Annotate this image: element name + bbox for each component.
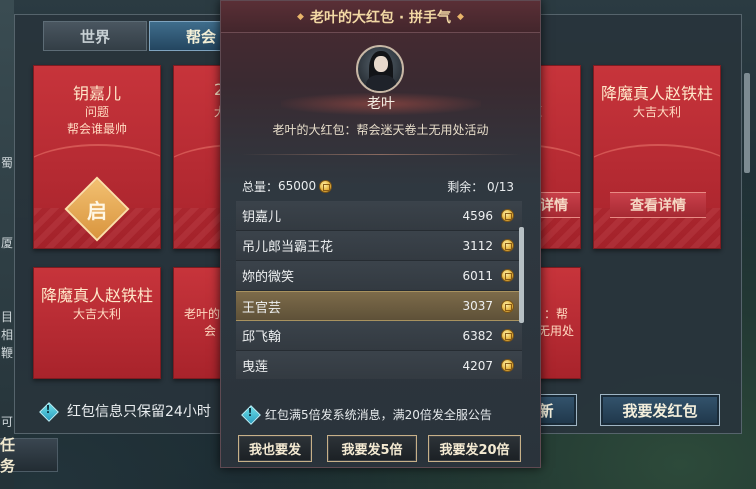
send-20x-label: 我要发20倍 bbox=[439, 443, 510, 458]
coin-icon bbox=[501, 299, 514, 313]
recipient-name: 钥嘉儿 bbox=[242, 210, 282, 225]
coin-icon bbox=[501, 269, 514, 282]
packet-sender: 钥嘉儿 bbox=[72, 84, 121, 103]
task-tab-label: 任务 bbox=[0, 436, 16, 475]
send-20x-button[interactable]: 我要发20倍 bbox=[428, 435, 521, 462]
recipient-row[interactable]: 邱飞翰 6382 bbox=[236, 321, 522, 351]
owner-avatar bbox=[356, 45, 404, 93]
retention-notice: 红包信息只保留24小时 bbox=[39, 401, 211, 421]
task-tab[interactable]: 任务 bbox=[0, 436, 58, 475]
packet-type: 问题 bbox=[84, 105, 109, 119]
total-amount: 总量： 65000 bbox=[234, 178, 333, 195]
side-char: 蜀 bbox=[0, 156, 13, 170]
red-packet-detail-popup: ◆ 老叶的大红包 · 拼手气 ◆ 老叶 老叶的大红包：帮会迷天卷土无用处活动 总… bbox=[220, 0, 541, 468]
side-char: 厦 bbox=[0, 236, 13, 250]
total-value: 65000 bbox=[278, 179, 317, 193]
tab-world[interactable]: 世界 bbox=[43, 21, 147, 51]
recipient-amount: 3037 bbox=[462, 299, 493, 313]
view-details-button[interactable]: 查看详情 bbox=[610, 192, 706, 218]
send-5x-label: 我要发5倍 bbox=[341, 443, 403, 458]
recipient-list-scrollbar[interactable] bbox=[519, 227, 524, 323]
ornament-icon: ◆ bbox=[297, 11, 304, 22]
recipient-name: 吊儿郎当霸王花 bbox=[242, 240, 334, 255]
send-5x-button[interactable]: 我要发5倍 bbox=[327, 435, 417, 462]
recipient-amount: 6382 bbox=[462, 328, 493, 343]
packet-blessing: 老叶的大红包：帮会迷天卷土无用处活动 bbox=[272, 123, 489, 137]
broadcast-notice-text: 红包满5倍发系统消息，满20倍发全服公告 bbox=[265, 407, 492, 422]
red-packet-card[interactable]: 降魔真人赵铁柱 大吉大利 查看详情 bbox=[593, 65, 721, 249]
side-char: 相 bbox=[0, 328, 13, 342]
send-red-packet-label: 我要发红包 bbox=[622, 401, 698, 420]
packet-message: 大吉大利 bbox=[632, 105, 681, 119]
remaining-count: 剩余： 0/13 bbox=[447, 178, 520, 195]
packet-sender: 降魔真人赵铁柱 bbox=[40, 286, 153, 305]
view-details-label: 查看详情 bbox=[630, 198, 686, 214]
recipient-name: 邱飞翰 bbox=[242, 330, 282, 345]
popup-title: 老叶的大红包 · 拼手气 bbox=[309, 9, 452, 26]
coin-icon bbox=[501, 239, 514, 252]
info-icon bbox=[39, 402, 57, 420]
divider bbox=[241, 154, 521, 155]
recipient-row[interactable]: 妳的微笑 6011 bbox=[236, 261, 522, 291]
packet-message: 大吉大利 bbox=[72, 307, 121, 321]
packet-summary: 总量： 65000 剩余： 0/13 bbox=[234, 175, 520, 197]
view-details-label: 详情 bbox=[540, 198, 568, 214]
tab-world-label: 世界 bbox=[79, 27, 110, 46]
side-char: 可 bbox=[0, 415, 13, 429]
recipient-row[interactable]: 曳莲 4207 bbox=[236, 351, 522, 379]
coin-icon bbox=[501, 329, 514, 342]
total-label: 总量： bbox=[242, 179, 279, 194]
recipient-name: 妳的微笑 bbox=[242, 270, 295, 285]
ornament-icon: ◆ bbox=[457, 11, 464, 22]
popup-header: ◆ 老叶的大红包 · 拼手气 ◆ bbox=[221, 1, 540, 33]
recipient-amount: 6011 bbox=[462, 268, 493, 283]
packet-sender: 降魔真人赵铁柱 bbox=[600, 84, 713, 103]
avatar-body bbox=[366, 75, 396, 91]
info-icon bbox=[241, 405, 259, 423]
open-seal-label: 启 bbox=[87, 198, 107, 223]
recipient-row[interactable]: 钥嘉儿 4596 bbox=[236, 201, 522, 231]
coin-icon bbox=[319, 179, 333, 193]
remaining-label: 剩余： bbox=[447, 179, 484, 194]
recipient-amount: 3112 bbox=[462, 238, 493, 253]
red-packet-card[interactable]: 钥嘉儿 问题 帮会谁最帅 启 bbox=[33, 65, 161, 249]
send-red-packet-button[interactable]: 我要发红包 bbox=[600, 394, 720, 426]
panel-scrollbar[interactable] bbox=[744, 73, 750, 173]
send-too-label: 我也要发 bbox=[248, 443, 301, 458]
retention-notice-text: 红包信息只保留24小时 bbox=[67, 404, 211, 420]
recipient-row-highlighted[interactable]: 王官芸 3037 bbox=[236, 291, 522, 321]
packet-message: 帮会谁最帅 bbox=[66, 122, 127, 136]
remaining-value: 0/13 bbox=[487, 179, 514, 194]
recipient-name: 王官芸 bbox=[242, 300, 282, 316]
recipient-list[interactable]: 钥嘉儿 4596 吊儿郎当霸王花 3112 妳的微笑 6011 王官芸 3037… bbox=[236, 201, 522, 379]
side-char: 鞭 bbox=[0, 346, 13, 360]
recipient-amount: 4207 bbox=[462, 358, 493, 373]
left-side-strip: 蜀 厦 目 相 鞭 可 bbox=[0, 0, 14, 489]
coin-icon bbox=[501, 209, 514, 222]
recipient-amount: 4596 bbox=[462, 208, 493, 223]
side-char: 目 bbox=[0, 310, 13, 324]
recipient-name: 曳莲 bbox=[242, 360, 269, 375]
coin-icon bbox=[501, 359, 514, 372]
recipient-row[interactable]: 吊儿郎当霸王花 3112 bbox=[236, 231, 522, 261]
view-details-button[interactable]: 详情 bbox=[536, 192, 580, 218]
red-packet-card[interactable]: 降魔真人赵铁柱 大吉大利 bbox=[33, 267, 161, 379]
broadcast-notice: 红包满5倍发系统消息，满20倍发全服公告 bbox=[241, 405, 492, 423]
owner-name: 老叶 bbox=[281, 93, 481, 115]
avatar-face bbox=[374, 56, 388, 72]
send-too-button[interactable]: 我也要发 bbox=[238, 435, 312, 462]
tab-guild-label: 帮会 bbox=[185, 27, 216, 46]
